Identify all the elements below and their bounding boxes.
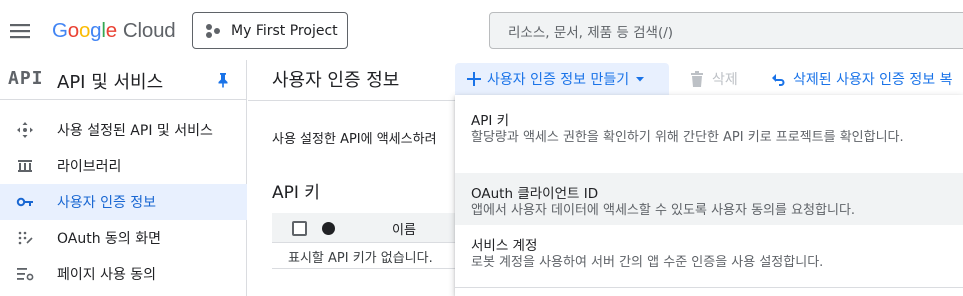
sidebar-item-label: 라이브러리 — [57, 159, 122, 175]
menu-item-title: 서비스 계정 — [471, 238, 538, 254]
page-usage-agreement-icon — [17, 268, 34, 281]
menu-item-api-key[interactable]: API 키 할당량과 액세스 권한을 확인하기 위해 간단한 API 키로 프로… — [455, 95, 963, 173]
project-name: My First Project — [231, 22, 338, 39]
sidebar-item-label: 사용자 인증 정보 — [57, 195, 157, 211]
create-credentials-label: 사용자 인증 정보 만들기 — [487, 72, 630, 88]
sidebar-item-page-usage[interactable]: 페이지 사용 동의 — [0, 256, 247, 292]
page-title: 사용자 인증 정보 — [272, 70, 400, 91]
menu-item-service-account[interactable]: 서비스 계정 로봇 계정을 사용하여 서버 간의 앱 수준 인증을 사용 설정합… — [455, 225, 963, 277]
menu-item-title: OAuth 클라이언트 ID — [471, 186, 599, 202]
search-input[interactable]: 리소스, 문서, 제품 등 검색(/) — [489, 12, 963, 49]
project-nodes-icon — [206, 23, 220, 38]
sidebar-item-label: 페이지 사용 동의 — [57, 267, 157, 283]
menu-item-oauth-client-id[interactable]: OAuth 클라이언트 ID 앱에서 사용자 데이터에 액세스할 수 있도록 사… — [455, 173, 963, 225]
top-bar: Google Cloud My First Project 리소스, 문서, 제… — [0, 0, 963, 60]
library-icon — [18, 160, 32, 172]
restore-label: 삭제된 사용자 인증 정보 복 — [793, 72, 953, 88]
sidebar: API API 및 서비스 사용 설정된 API 및 서비스 라이브러리 사용자… — [0, 60, 247, 296]
project-picker-button[interactable]: My First Project — [192, 12, 348, 49]
logo-letter: G — [52, 19, 68, 42]
select-all-checkbox[interactable] — [292, 221, 307, 236]
api-badge-icon: API — [8, 68, 44, 89]
api-keys-table-header: 이름 — [272, 213, 457, 243]
delete-button[interactable]: 삭제 — [690, 63, 738, 95]
sidebar-item-library[interactable]: 라이브러리 — [0, 148, 247, 184]
chevron-down-icon — [636, 77, 645, 82]
restore-deleted-credentials-button[interactable]: 삭제된 사용자 인증 정보 복 — [771, 63, 952, 95]
credentials-description: 사용 설정한 API에 액세스하려 — [272, 132, 437, 147]
empty-table-message: 표시할 API 키가 없습니다. — [288, 251, 433, 266]
create-credentials-button[interactable]: 사용자 인증 정보 만들기 — [455, 63, 669, 95]
pin-icon[interactable] — [216, 72, 230, 88]
sidebar-header: API API 및 서비스 — [0, 60, 247, 100]
logo-letter: o — [78, 19, 91, 42]
api-keys-heading: API 키 — [272, 183, 320, 203]
sidebar-item-enabled-apis[interactable]: 사용 설정된 API 및 서비스 — [0, 112, 247, 148]
google-cloud-logo[interactable]: Google Cloud — [52, 16, 176, 46]
oauth-consent-icon — [18, 231, 33, 245]
sidebar-item-label: OAuth 동의 화면 — [57, 231, 162, 247]
plus-icon — [467, 72, 481, 86]
search-placeholder: 리소스, 문서, 제품 등 검색(/) — [508, 24, 674, 41]
undo-icon — [772, 74, 785, 86]
menu-item-description: 로봇 계정을 사용하여 서버 간의 앱 수준 인증을 사용 설정합니다. — [471, 255, 824, 270]
column-header-name[interactable]: 이름 — [392, 219, 416, 238]
sidebar-title: API 및 서비스 — [57, 72, 164, 93]
table-divider — [272, 268, 457, 269]
create-credentials-menu: API 키 할당량과 액세스 권한을 확인하기 위해 간단한 API 키로 프로… — [455, 95, 963, 296]
menu-divider — [455, 287, 963, 288]
menu-item-description: 할당량과 액세스 권한을 확인하기 위해 간단한 API 키로 프로젝트를 확인… — [471, 130, 904, 145]
sidebar-item-label: 사용 설정된 API 및 서비스 — [57, 123, 213, 139]
key-icon — [16, 197, 33, 207]
logo-letter: e — [105, 19, 117, 42]
hamburger-menu-icon[interactable] — [9, 20, 31, 42]
sidebar-item-oauth-consent[interactable]: OAuth 동의 화면 — [0, 220, 247, 256]
status-dot-icon — [322, 222, 335, 235]
logo-suffix: Cloud — [122, 19, 176, 42]
logo-letter: o — [67, 19, 79, 42]
menu-item-description: 앱에서 사용자 데이터에 액세스할 수 있도록 사용자 동의를 요청합니다. — [471, 203, 856, 218]
enabled-apis-icon — [17, 122, 33, 138]
logo-letter: g — [90, 19, 102, 42]
trash-icon — [691, 71, 703, 87]
menu-item-title: API 키 — [471, 113, 510, 129]
delete-label: 삭제 — [712, 72, 738, 88]
sidebar-item-credentials[interactable]: 사용자 인증 정보 — [0, 184, 247, 220]
